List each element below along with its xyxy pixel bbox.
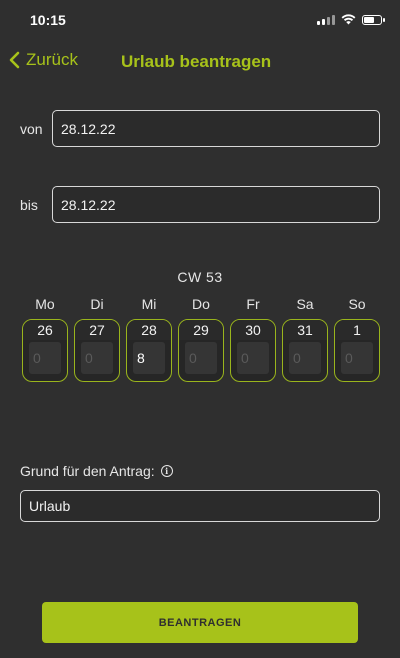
nav-bar: Zurück Urlaub beantragen [0,44,400,80]
reason-value: Urlaub [29,498,71,514]
day-name: Fr [246,296,260,312]
from-date-value: 28.12.22 [61,120,116,137]
day-hours-input[interactable]: 0 [81,342,113,374]
day-column-di: Di 27 0 [74,296,120,382]
day-date: 29 [179,320,223,340]
day-box: 27 0 [74,319,120,382]
reason-label: Grund für den Antrag: i [20,463,173,479]
to-label: bis [20,197,38,213]
day-name: Mo [35,296,55,312]
submit-button[interactable]: BEANTRAGEN [42,602,358,643]
day-hours-input[interactable]: 0 [341,342,373,374]
day-column-mo: Mo 26 0 [22,296,68,382]
day-hours-input[interactable]: 0 [237,342,269,374]
day-date: 30 [231,320,275,340]
back-button[interactable]: Zurück [8,50,78,70]
day-date: 31 [283,320,327,340]
day-name: Do [192,296,210,312]
day-box: 31 0 [282,319,328,382]
page-title: Urlaub beantragen [121,52,272,71]
day-box: 28 8 [126,319,172,382]
day-column-do: Do 29 0 [178,296,224,382]
day-name: Sa [296,296,314,312]
to-date-value: 28.12.22 [61,196,116,213]
back-label: Zurück [26,50,78,69]
calendar-week-label: CW 53 [177,269,223,285]
from-date-field[interactable]: 28.12.22 [52,110,380,147]
reason-field[interactable]: Urlaub [20,490,380,522]
day-hours-input[interactable]: 8 [133,342,165,374]
day-hours-input[interactable]: 0 [29,342,61,374]
day-box: 29 0 [178,319,224,382]
day-column-sa: Sa 31 0 [282,296,328,382]
wifi-icon [341,14,356,25]
day-box: 1 0 [334,319,380,382]
day-box: 30 0 [230,319,276,382]
day-column-so: So 1 0 [334,296,380,382]
battery-icon [362,14,385,25]
day-name: Di [90,296,104,312]
day-date: 27 [75,320,119,340]
day-date: 26 [23,320,67,340]
day-column-fr: Fr 30 0 [230,296,276,382]
reason-label-text: Grund für den Antrag: [20,463,155,479]
day-box: 26 0 [22,319,68,382]
from-label: von [20,121,43,137]
to-date-field[interactable]: 28.12.22 [52,186,380,223]
day-hours-input[interactable]: 0 [185,342,217,374]
day-column-mi: Mi 28 8 [126,296,172,382]
day-date: 1 [335,320,379,340]
status-bar: 10:15 [0,0,400,40]
day-name: Mi [141,296,157,312]
info-icon[interactable]: i [160,465,173,477]
status-icons [317,14,385,25]
day-name: So [348,296,366,312]
day-hours-input[interactable]: 0 [289,342,321,374]
status-time: 10:15 [30,12,66,28]
cellular-signal-icon [317,14,335,25]
chevron-left-icon [9,51,20,69]
day-date: 28 [127,320,171,340]
